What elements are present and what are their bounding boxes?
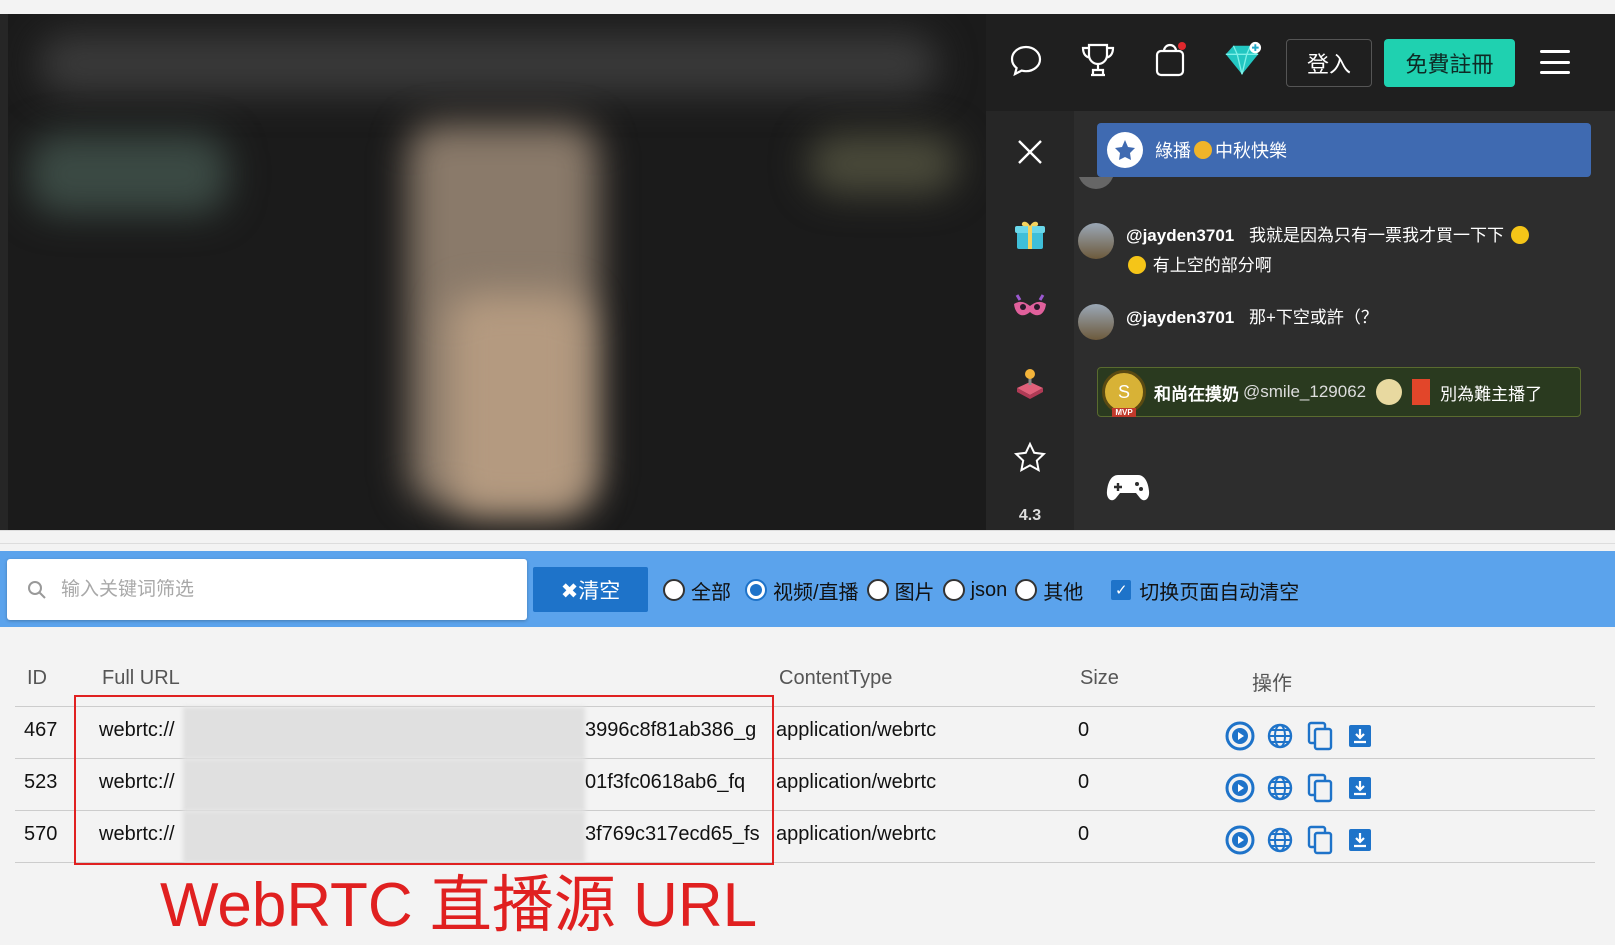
radio-video-live[interactable] <box>745 579 767 601</box>
chat-text: 我就是因為只有一票我才買一下下 <box>1249 226 1504 245</box>
chat-username[interactable]: @jayden3701 <box>1126 308 1234 327</box>
col-actions: 操作 <box>1252 673 1292 695</box>
chat-bubble-icon[interactable] <box>1006 40 1046 80</box>
gamepad-icon[interactable] <box>1106 473 1150 508</box>
chat-message: @jayden3701 我就是因為只有一票我才買一下下 有上空的部分啊 <box>1126 221 1546 281</box>
radio-json[interactable] <box>942 579 965 601</box>
globe-icon[interactable] <box>1265 721 1295 751</box>
scroll-gift-icon <box>1412 379 1431 405</box>
type-filters: 全部 视频/直播 图片 json 其他 ✓ 切换页面自动清空 <box>663 570 1299 610</box>
col-content-type: ContentType <box>779 667 893 689</box>
crazy-face-emoji-icon <box>1128 256 1146 274</box>
rating-value: 4.3 <box>1018 507 1042 524</box>
row-actions <box>1225 773 1375 803</box>
filter-all[interactable]: 全部 <box>663 576 735 605</box>
annotation-caption: WebRTC 直播源 URL <box>160 871 758 940</box>
live-stream-page: 登入 免費註冊 4.3 綠播 中秋快樂 @jayden3701 我就是因為只有一… <box>0 0 1615 533</box>
copy-icon[interactable] <box>1305 721 1335 751</box>
gift-box-icon[interactable] <box>986 218 1074 252</box>
login-button[interactable]: 登入 <box>1286 39 1372 87</box>
download-icon[interactable] <box>1345 825 1375 855</box>
row-id: 523 <box>24 771 58 793</box>
filter-json[interactable]: json <box>942 579 1012 602</box>
side-rail: 4.3 <box>986 111 1074 530</box>
chat-panel: 綠播 中秋快樂 @jayden3701 我就是因為只有一票我才買一下下 有上空的… <box>1074 111 1615 530</box>
avatar[interactable] <box>1078 223 1114 259</box>
mvp-badge-icon: S <box>1102 370 1146 417</box>
level-badge-icon <box>1376 379 1403 405</box>
search-icon <box>28 580 46 599</box>
trophy-icon[interactable] <box>1078 40 1118 80</box>
globe-icon[interactable] <box>1265 825 1295 855</box>
row-actions <box>1225 721 1375 751</box>
mvp-handle[interactable]: @smile_129062 <box>1243 382 1366 402</box>
filter-image[interactable]: 图片 <box>866 576 939 605</box>
radio-other[interactable] <box>1015 579 1038 601</box>
top-strip <box>0 0 1615 14</box>
row-content-type: application/webrtc <box>776 823 937 845</box>
chat-username[interactable]: @jayden3701 <box>1126 226 1234 245</box>
url-highlight-box <box>74 695 774 865</box>
chat-message: @jayden3701 那+下空或許（？ <box>1126 303 1546 333</box>
col-size: Size <box>1080 667 1119 689</box>
pinned-prefix: 綠播 <box>1155 141 1191 161</box>
col-full-url: Full URL <box>102 667 180 689</box>
copy-icon[interactable] <box>1305 773 1335 803</box>
row-size: 0 <box>1078 719 1090 741</box>
play-icon[interactable] <box>1225 773 1255 803</box>
search-input[interactable] <box>61 578 501 601</box>
download-icon[interactable] <box>1345 773 1375 803</box>
crazy-face-emoji-icon <box>1510 226 1529 244</box>
row-actions <box>1225 825 1375 855</box>
col-id: ID <box>27 667 47 689</box>
row-size: 0 <box>1078 771 1090 793</box>
clear-button[interactable]: ✖清空 <box>533 567 648 612</box>
row-id: 467 <box>24 719 58 741</box>
mooncake-icon <box>1194 141 1212 159</box>
play-icon[interactable] <box>1225 825 1255 855</box>
divider-strip <box>0 530 1615 544</box>
download-icon[interactable] <box>1345 721 1375 751</box>
pin-icon <box>1107 132 1143 168</box>
video-player-blurred[interactable] <box>8 14 986 533</box>
radio-all[interactable] <box>663 579 685 601</box>
close-icon[interactable] <box>986 138 1074 166</box>
radio-image[interactable] <box>866 579 889 601</box>
filter-video-live[interactable]: 视频/直播 <box>745 576 863 605</box>
mvp-nickname[interactable]: 和尚在摸奶 <box>1154 380 1239 405</box>
filter-other[interactable]: 其他 <box>1015 576 1087 605</box>
auto-clear-label: 切换页面自动清空 <box>1139 581 1300 604</box>
pinned-suffix: 中秋快樂 <box>1215 141 1287 161</box>
pinned-announcement[interactable]: 綠播 中秋快樂 <box>1097 123 1591 177</box>
chat-text: 有上空的部分啊 <box>1152 256 1272 275</box>
scrolled-message-fragment <box>1074 177 1615 191</box>
row-id: 570 <box>24 823 58 845</box>
search-box[interactable] <box>7 559 527 620</box>
row-size: 0 <box>1078 823 1090 845</box>
copy-icon[interactable] <box>1305 825 1335 855</box>
auto-clear-checkbox[interactable]: ✓ <box>1111 580 1132 600</box>
chat-text: 那+下空或許（？ <box>1249 308 1378 327</box>
globe-icon[interactable] <box>1265 773 1295 803</box>
gift-bag-icon[interactable] <box>1150 40 1190 80</box>
avatar[interactable] <box>1078 304 1114 340</box>
masquerade-mask-icon[interactable] <box>986 294 1074 324</box>
row-content-type: application/webrtc <box>776 771 937 793</box>
diamond-plus-icon[interactable] <box>1222 40 1262 80</box>
play-icon[interactable] <box>1225 721 1255 751</box>
mvp-chat-message: S 和尚在摸奶 @smile_129062 別為難主播了 <box>1097 367 1581 417</box>
screenshot-root: 登入 免費註冊 4.3 綠播 中秋快樂 @jayden3701 我就是因為只有一… <box>0 0 1615 945</box>
joystick-game-icon[interactable] <box>986 366 1074 400</box>
mvp-text: 別為難主播了 <box>1440 384 1543 404</box>
row-content-type: application/webrtc <box>776 719 937 741</box>
hamburger-menu-icon[interactable] <box>1540 50 1570 74</box>
register-button[interactable]: 免費註冊 <box>1384 39 1515 87</box>
star-favorite-icon[interactable] <box>986 441 1074 475</box>
